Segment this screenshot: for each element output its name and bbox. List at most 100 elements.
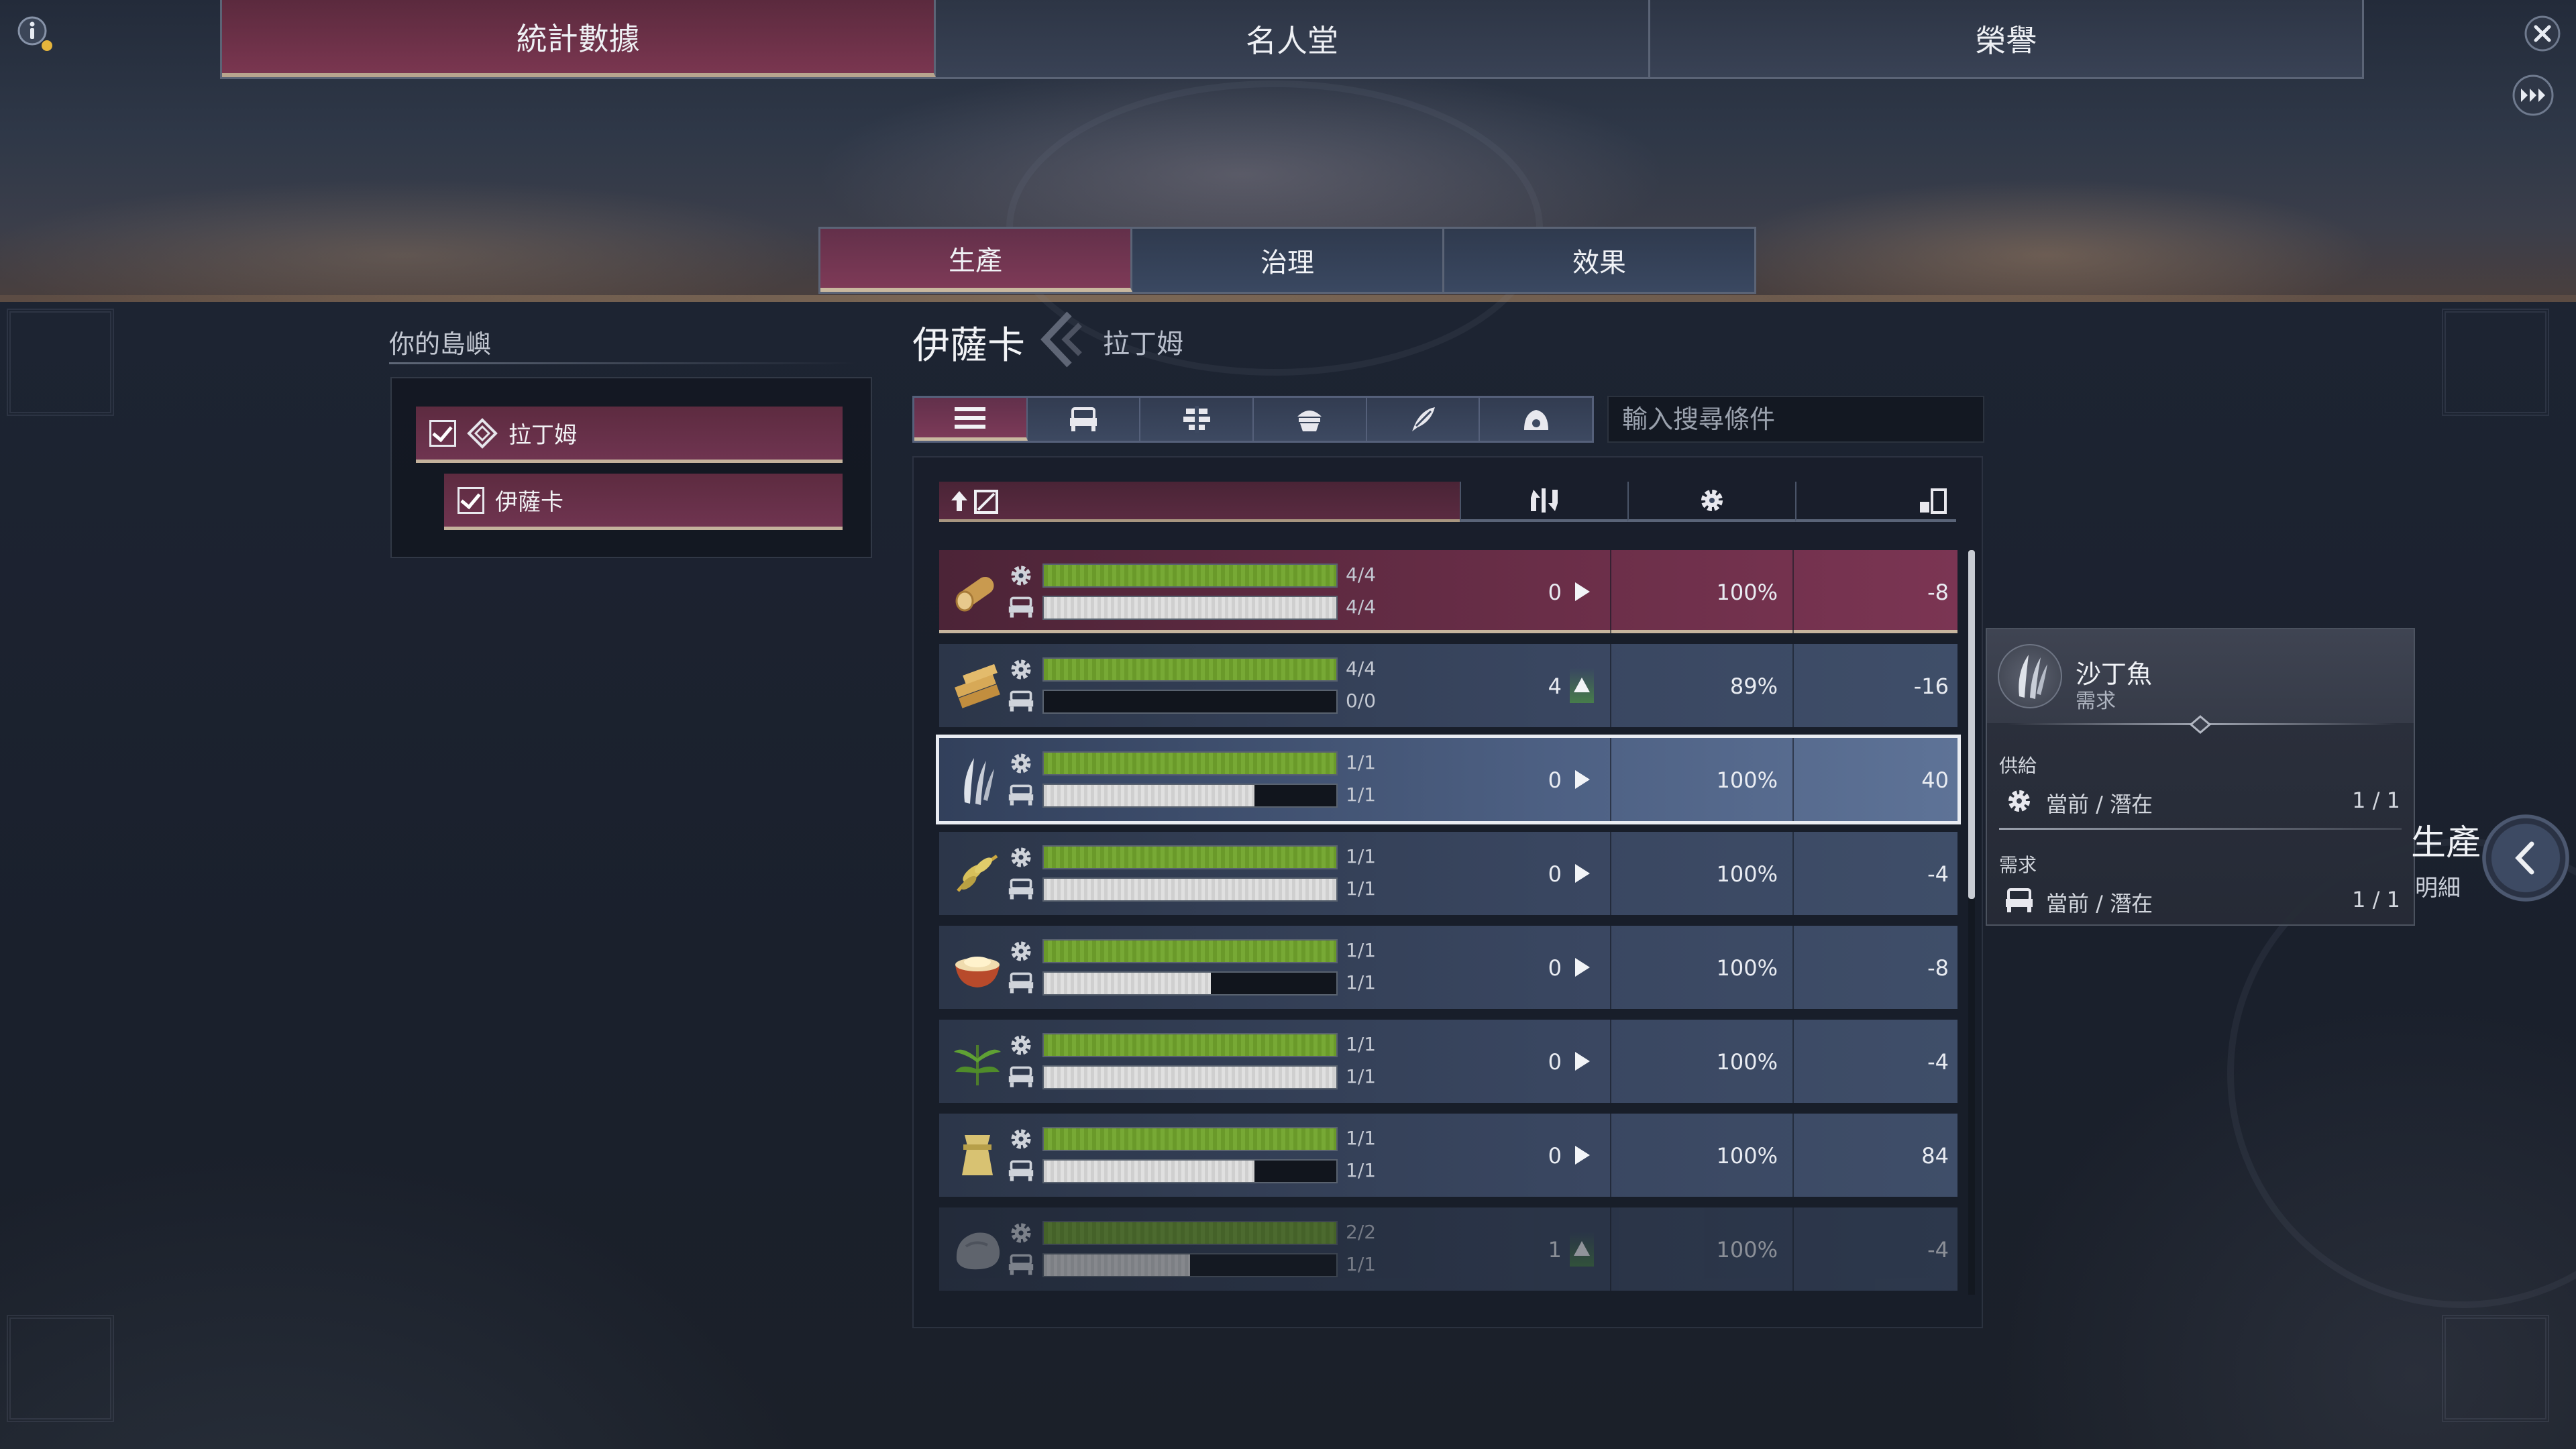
trend-steady-icon <box>1570 950 1594 985</box>
table-row[interactable]: 1/1 1/1 0 100% 40 <box>936 735 1961 824</box>
demand-progress-fill <box>1044 785 1254 806</box>
food-icon <box>1297 411 1322 431</box>
fast-forward-button[interactable] <box>2512 74 2555 117</box>
filter-feather[interactable] <box>1367 398 1481 441</box>
tab-production[interactable]: 生產 <box>820 229 1132 292</box>
trend-value: 0 <box>1548 580 1562 605</box>
supply-label: 當前 / 潛在 <box>2046 792 2153 817</box>
island-item-latium[interactable]: 拉丁姆 <box>416 407 843 463</box>
demand-progress-bar <box>1042 1159 1338 1183</box>
trend-cell: 0 <box>1456 738 1603 821</box>
tab-honors[interactable]: 榮譽 <box>1650 0 2362 77</box>
tab-hall-of-fame[interactable]: 名人堂 <box>936 0 1650 77</box>
filter-clay[interactable] <box>1480 398 1592 441</box>
column-separator <box>1792 738 1794 821</box>
island-title: 伊薩卡 <box>912 324 1025 368</box>
efficiency-value: 100% <box>1716 861 1778 887</box>
supply-progress-bar <box>1042 1033 1338 1057</box>
demand-progress-fill <box>1044 973 1211 994</box>
column-separator <box>1792 832 1794 915</box>
divider <box>1999 828 2402 830</box>
demand-count: 0/0 <box>1346 690 1377 712</box>
supply-count: 1/1 <box>1346 1033 1377 1055</box>
grain-icon <box>957 854 998 892</box>
balance-column-header[interactable] <box>1795 482 1956 522</box>
efficiency-value: 100% <box>1716 1237 1778 1263</box>
island-label: 拉丁姆 <box>508 422 577 449</box>
column-separator <box>1610 644 1611 727</box>
table-row[interactable]: 1/1 1/1 0 100% 84 <box>939 1114 1957 1197</box>
trend-cell: 0 <box>1456 832 1603 915</box>
close-button[interactable] <box>2524 15 2561 52</box>
residence-icon <box>1008 784 1034 806</box>
islands-panel: 拉丁姆 伊薩卡 <box>390 377 872 558</box>
demand-count: 1/1 <box>1346 1065 1377 1087</box>
checkbox[interactable] <box>458 486 484 514</box>
production-gear-icon <box>1011 659 1031 680</box>
residence-icon <box>1008 972 1034 994</box>
trend-steady-icon <box>1570 1044 1594 1079</box>
filter-infrastructure[interactable] <box>1140 398 1254 441</box>
tab-effects[interactable]: 效果 <box>1444 229 1754 292</box>
stone-icon <box>956 1232 1000 1270</box>
island-item-ithaca[interactable]: 伊薩卡 <box>444 474 843 530</box>
supply-count: 1/1 <box>1346 939 1377 961</box>
balance-value: -16 <box>1913 674 1949 699</box>
trend-column-header[interactable] <box>1460 482 1627 522</box>
efficiency-column-header[interactable] <box>1627 482 1795 522</box>
sardine-icon <box>1998 644 2062 708</box>
column-separator <box>1792 1020 1794 1103</box>
supply-count: 4/4 <box>1346 657 1377 680</box>
collapse-panel-button[interactable] <box>2482 814 2569 902</box>
trend-up-icon <box>1570 1232 1594 1267</box>
supply-progress-bar <box>1042 564 1338 588</box>
column-separator <box>1792 644 1794 727</box>
top-tab-bar: 統計數據 名人堂 榮譽 <box>220 0 2364 79</box>
demand-count: 1/1 <box>1346 1159 1377 1181</box>
demand-count: 1/1 <box>1346 877 1377 900</box>
balance-value: 40 <box>1921 767 1949 793</box>
tab-governance[interactable]: 治理 <box>1132 229 1444 292</box>
column-separator <box>1792 550 1794 633</box>
production-gear-icon <box>1701 490 1723 511</box>
divider <box>389 362 859 364</box>
column-separator <box>1610 832 1611 915</box>
sort-column-header[interactable] <box>939 482 1460 522</box>
demand-value: 1 / 1 <box>2352 887 2400 912</box>
supply-count: 4/4 <box>1346 564 1377 586</box>
linen-icon <box>962 1135 993 1175</box>
table-row[interactable]: 1/1 1/1 0 100% -4 <box>939 1020 1957 1103</box>
info-icon[interactable] <box>16 15 54 52</box>
production-gear-icon <box>1011 1223 1031 1243</box>
table-row[interactable]: 1/1 1/1 0 100% -4 <box>939 832 1957 915</box>
column-separator <box>1610 1208 1611 1291</box>
column-separator <box>1610 738 1611 821</box>
demand-progress-fill <box>1044 1254 1190 1276</box>
production-gear-icon <box>2008 790 2030 812</box>
table-row[interactable]: 2/2 1/1 1 100% -4 <box>939 1208 1957 1291</box>
demand-progress-bar <box>1042 596 1338 620</box>
column-separator <box>1792 926 1794 1009</box>
filter-residence[interactable] <box>1028 398 1141 441</box>
efficiency-value: 100% <box>1716 955 1778 981</box>
decorative-frame <box>7 1315 114 1422</box>
demand-progress-fill <box>1044 879 1336 900</box>
table-row[interactable]: 4/4 4/4 0 100% -8 <box>939 550 1957 633</box>
demand-count: 1/1 <box>1346 784 1377 806</box>
table-row[interactable]: 1/1 1/1 0 100% -8 <box>939 926 1957 1009</box>
scrollbar-thumb[interactable] <box>1968 550 1975 899</box>
efficiency-value: 89% <box>1729 674 1778 699</box>
search-input[interactable] <box>1607 396 1984 443</box>
tab-statistics[interactable]: 統計數據 <box>222 0 936 77</box>
filter-food[interactable] <box>1254 398 1367 441</box>
demand-section-title: 需求 <box>1999 854 2037 876</box>
table-row[interactable]: 4/4 0/0 4 89% -16 <box>939 644 1957 727</box>
balance-value: -8 <box>1927 580 1949 605</box>
trend-value: 0 <box>1548 1049 1562 1075</box>
supply-value: 1 / 1 <box>2352 788 2400 813</box>
checkbox[interactable] <box>429 419 456 447</box>
filter-all[interactable] <box>914 398 1028 441</box>
efficiency-value: 100% <box>1716 1143 1778 1169</box>
sardine-icon <box>964 758 994 805</box>
trend-steady-icon <box>1570 762 1594 797</box>
